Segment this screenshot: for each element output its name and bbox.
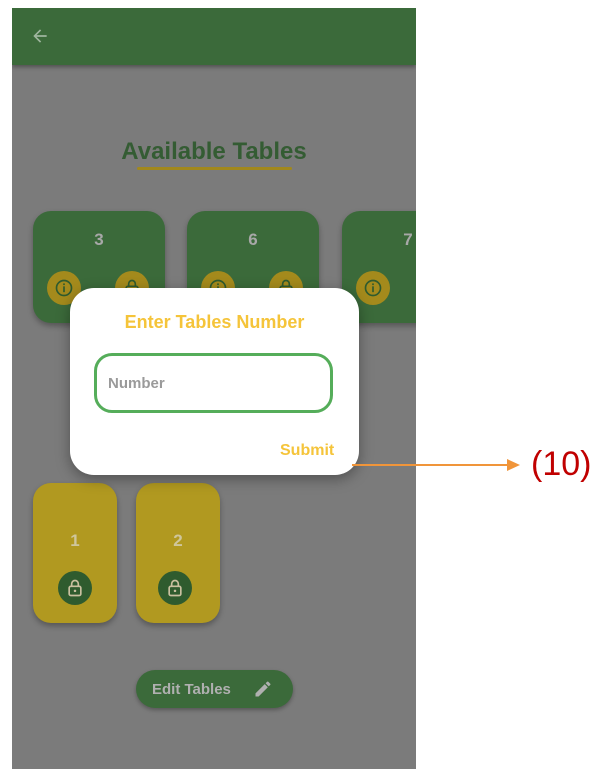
arrow-left-icon — [33, 29, 47, 43]
table-number: 1 — [70, 531, 80, 550]
dialog-title: Enter Tables Number — [124, 312, 305, 332]
table-lock-button[interactable] — [158, 571, 192, 605]
title-underline — [137, 167, 292, 170]
lock-open-icon — [68, 579, 82, 597]
edit-tables-label: Edit Tables — [152, 680, 231, 698]
table-number: 3 — [94, 230, 104, 249]
phone-screen: Available Tables 3 6 7 1 2 Edit Tables E… — [12, 8, 416, 769]
annotation-arrow-line — [352, 464, 507, 466]
table-number: 2 — [173, 531, 183, 550]
table-number: 6 — [248, 230, 258, 249]
back-button[interactable] — [26, 22, 54, 50]
annotation-label: (10) — [531, 445, 592, 483]
pencil-icon — [255, 681, 271, 697]
number-input[interactable] — [94, 353, 333, 413]
page-title: Available Tables — [121, 138, 307, 165]
submit-button[interactable]: Submit — [280, 442, 334, 460]
app-bar — [12, 8, 416, 65]
table-card[interactable]: 1 — [33, 483, 117, 623]
edit-tables-button[interactable]: Edit Tables — [136, 670, 293, 708]
table-card[interactable]: 2 — [136, 483, 220, 623]
info-icon — [55, 279, 73, 297]
annotation-arrowhead — [507, 459, 520, 471]
lock-open-icon — [168, 579, 182, 597]
table-info-button[interactable] — [356, 271, 390, 305]
table-number: 7 — [403, 230, 413, 249]
enter-table-number-dialog: Enter Tables Number Submit — [70, 288, 359, 475]
info-icon — [364, 279, 382, 297]
table-lock-button[interactable] — [58, 571, 92, 605]
